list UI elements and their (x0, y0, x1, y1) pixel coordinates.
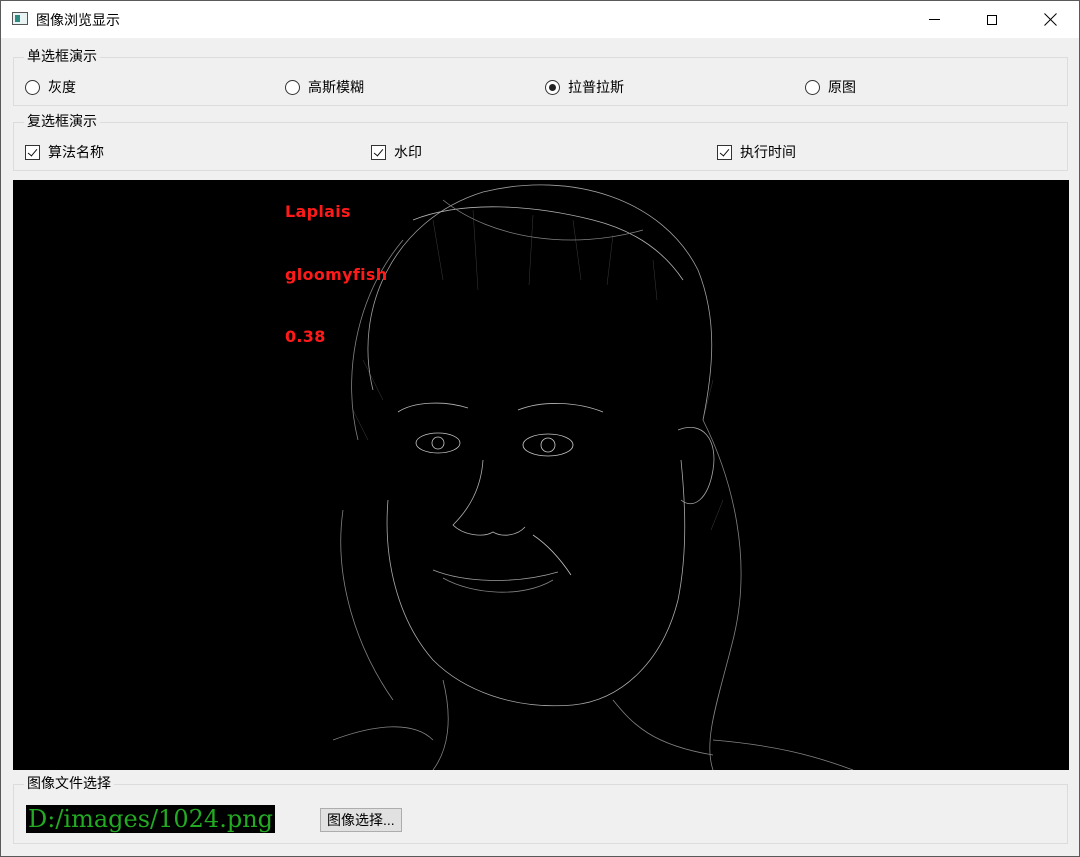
file-path-display: D:/images/1024.png (26, 805, 276, 833)
radio-groupbox: 单选框演示 灰度 高斯模糊 拉普拉斯 原图 (13, 48, 1068, 106)
file-group-legend: 图像文件选择 (24, 775, 114, 793)
checkbox-indicator[interactable] (25, 144, 40, 160)
radio-laplacian[interactable]: 拉普拉斯 (545, 77, 624, 97)
checkbox-algorithm-name[interactable]: 算法名称 (25, 142, 104, 162)
radio-label: 拉普拉斯 (568, 80, 624, 96)
radio-selected-dot (549, 83, 556, 91)
radio-label: 原图 (828, 80, 856, 96)
checkbox-label: 执行时间 (740, 145, 796, 161)
file-groupbox: 图像文件选择 D:/images/1024.png 图像选择... (13, 775, 1068, 844)
checkbox-group-legend: 复选框演示 (24, 113, 100, 131)
radio-label: 灰度 (48, 80, 76, 96)
checkbox-groupbox: 复选框演示 算法名称 水印 执行时间 (13, 113, 1068, 171)
radio-label: 高斯模糊 (308, 80, 364, 96)
close-icon (1044, 13, 1057, 26)
radio-gaussian-blur[interactable]: 高斯模糊 (285, 77, 364, 97)
radio-indicator[interactable] (805, 79, 820, 95)
laplacian-edge-image (332, 184, 854, 770)
checkbox-label: 水印 (394, 145, 422, 161)
main-window: 图像浏览显示 单选框演示 灰度 高斯模糊 拉普拉斯 原图 复选框演示 算法名称 (0, 0, 1080, 857)
radio-gray[interactable]: 灰度 (25, 77, 76, 97)
checkbox-execution-time[interactable]: 执行时间 (717, 142, 796, 162)
app-icon (12, 12, 28, 25)
image-select-button[interactable]: 图像选择... (320, 808, 402, 832)
radio-group-legend: 单选框演示 (24, 48, 100, 66)
radio-indicator[interactable] (25, 79, 40, 95)
radio-original[interactable]: 原图 (805, 77, 856, 97)
close-button[interactable] (1021, 1, 1079, 38)
overlay-watermark: gloomyfish (285, 265, 388, 284)
checkbox-indicator[interactable] (717, 144, 732, 160)
checkbox-indicator[interactable] (371, 144, 386, 160)
checkbox-label: 算法名称 (48, 145, 104, 161)
overlay-algorithm-name: Laplais (285, 202, 351, 221)
minimize-button[interactable] (905, 1, 963, 38)
image-display: Laplais gloomyfish 0.38 (13, 180, 1069, 770)
radio-indicator[interactable] (285, 79, 300, 95)
maximize-icon (987, 14, 997, 25)
minimize-icon (928, 19, 940, 20)
title-bar[interactable]: 图像浏览显示 (1, 1, 1079, 38)
maximize-button[interactable] (963, 1, 1021, 38)
checkbox-watermark[interactable]: 水印 (371, 142, 422, 162)
overlay-execution-time: 0.38 (285, 327, 326, 346)
radio-indicator[interactable] (545, 79, 560, 95)
window-title: 图像浏览显示 (36, 13, 120, 29)
